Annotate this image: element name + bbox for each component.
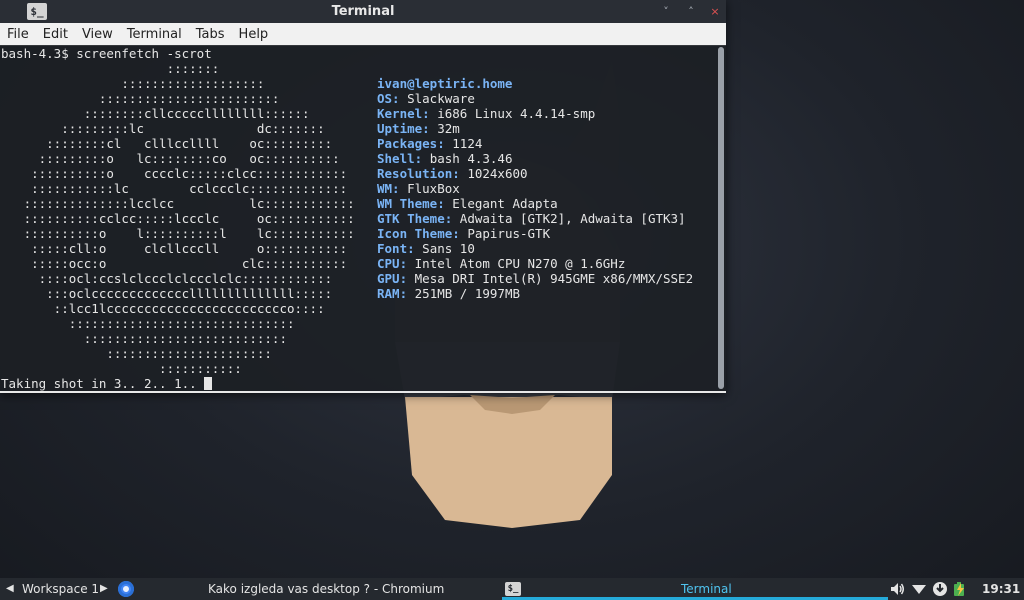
terminal-icon[interactable]: $_ [505, 582, 521, 596]
info-value: Sans 10 [422, 241, 475, 256]
menu-help[interactable]: Help [232, 24, 276, 46]
info-key: Icon Theme: [377, 226, 460, 241]
info-value: Adwaita [GTK2], Adwaita [GTK3] [459, 211, 686, 226]
info-row: Shell: bash 4.3.46 [377, 151, 693, 166]
command-line: bash-4.3$ screenfetch -scrot [1, 46, 212, 61]
info-key: OS: [377, 91, 400, 106]
info-key: Kernel: [377, 106, 430, 121]
info-value: bash 4.3.46 [429, 151, 513, 166]
info-row: Resolution: 1024x600 [377, 166, 693, 181]
prev-workspace-button[interactable]: ◀ [6, 578, 14, 600]
info-row: GPU: Mesa DRI Intel(R) 945GME x86/MMX/SS… [377, 271, 693, 286]
info-key: Packages: [377, 136, 445, 151]
slackware-ascii-logo: ::::::: ::::::::::::::::::: ::::::::::::… [23, 61, 355, 376]
close-button[interactable]: × [706, 0, 724, 23]
terminal-scrollbar[interactable] [718, 47, 724, 389]
info-value: Mesa DRI Intel(R) 945GME x86/MMX/SSE2 [414, 271, 694, 286]
info-row: CPU: Intel Atom CPU N270 @ 1.6GHz [377, 256, 693, 271]
info-row: Packages: 1124 [377, 136, 693, 151]
chromium-icon[interactable] [118, 581, 134, 597]
info-value: Slackware [407, 91, 475, 106]
info-row: WM Theme: Elegant Adapta [377, 196, 693, 211]
text-cursor [204, 377, 213, 390]
terminal-window[interactable]: $_ Terminal ˅ ˄ × File Edit View Terminal Ta… [0, 0, 726, 393]
info-row: Font: Sans 10 [377, 241, 693, 256]
info-key: Uptime: [377, 121, 430, 136]
workspace-name[interactable]: Workspace 1 [22, 578, 99, 600]
info-key: CPU: [377, 256, 408, 271]
clock: 19:31 [982, 582, 1021, 596]
info-key: RAM: [377, 286, 408, 301]
info-row: WM: FluxBox [377, 181, 693, 196]
menu-terminal[interactable]: Terminal [120, 24, 189, 46]
info-key: GPU: [377, 271, 408, 286]
info-key: WM: [377, 181, 400, 196]
menu-file[interactable]: File [0, 24, 36, 46]
window-titlebar[interactable]: $_ Terminal ˅ ˄ × [0, 0, 726, 23]
info-value: 1124 [452, 136, 483, 151]
info-value: 1024x600 [467, 166, 528, 181]
info-value: Intel Atom CPU N270 @ 1.6GHz [414, 256, 626, 271]
info-value: FluxBox [407, 181, 460, 196]
system-info: ivan@leptiric.home OS: Slackware Kernel: … [377, 76, 693, 301]
status-text: Taking shot in 3.. 2.. 1.. [1, 376, 205, 391]
info-row: OS: Slackware [377, 91, 693, 106]
info-value: Elegant Adapta [452, 196, 558, 211]
info-key: Shell: [377, 151, 423, 166]
info-value: i686 Linux 4.4.14-smp [437, 106, 596, 121]
menu-bar: File Edit View Terminal Tabs Help [0, 23, 726, 46]
user-host: ivan@leptiric.home [377, 76, 513, 91]
window-title: Terminal [331, 4, 395, 19]
minimize-button[interactable]: ˅ [657, 0, 675, 23]
status-line: Taking shot in 3.. 2.. 1.. [1, 376, 213, 391]
info-value: 251MB / 1997MB [414, 286, 520, 301]
info-value: 32m [437, 121, 460, 136]
info-key: Resolution: [377, 166, 460, 181]
info-row: Kernel: i686 Linux 4.4.14-smp [377, 106, 693, 121]
info-row: Uptime: 32m [377, 121, 693, 136]
wifi-icon[interactable] [911, 581, 927, 597]
menu-tabs[interactable]: Tabs [189, 24, 232, 46]
menu-view[interactable]: View [75, 24, 120, 46]
task-chromium[interactable]: Kako izgleda vas desktop ? - Chromium [208, 578, 444, 600]
scrollbar-thumb[interactable] [718, 47, 724, 389]
menu-edit[interactable]: Edit [36, 24, 75, 46]
info-row: Icon Theme: Papirus-GTK [377, 226, 693, 241]
info-value: Papirus-GTK [467, 226, 551, 241]
taskbar: ◀ Workspace 1 ▶ Kako izgleda vas desktop… [0, 578, 1024, 600]
battery-charging-icon[interactable] [952, 581, 968, 597]
info-key: GTK Theme: [377, 211, 453, 226]
next-workspace-button[interactable]: ▶ [100, 578, 108, 600]
maximize-button[interactable]: ˄ [682, 0, 700, 23]
window-border [0, 391, 726, 393]
info-row: GTK Theme: Adwaita [GTK2], Adwaita [GTK3… [377, 211, 693, 226]
volume-icon[interactable] [889, 581, 905, 597]
terminal-output[interactable]: bash-4.3$ screenfetch -scrot ::::::: :::… [0, 45, 726, 391]
download-icon[interactable] [932, 581, 948, 597]
info-row: RAM: 251MB / 1997MB [377, 286, 693, 301]
info-key: WM Theme: [377, 196, 445, 211]
info-key: Font: [377, 241, 415, 256]
